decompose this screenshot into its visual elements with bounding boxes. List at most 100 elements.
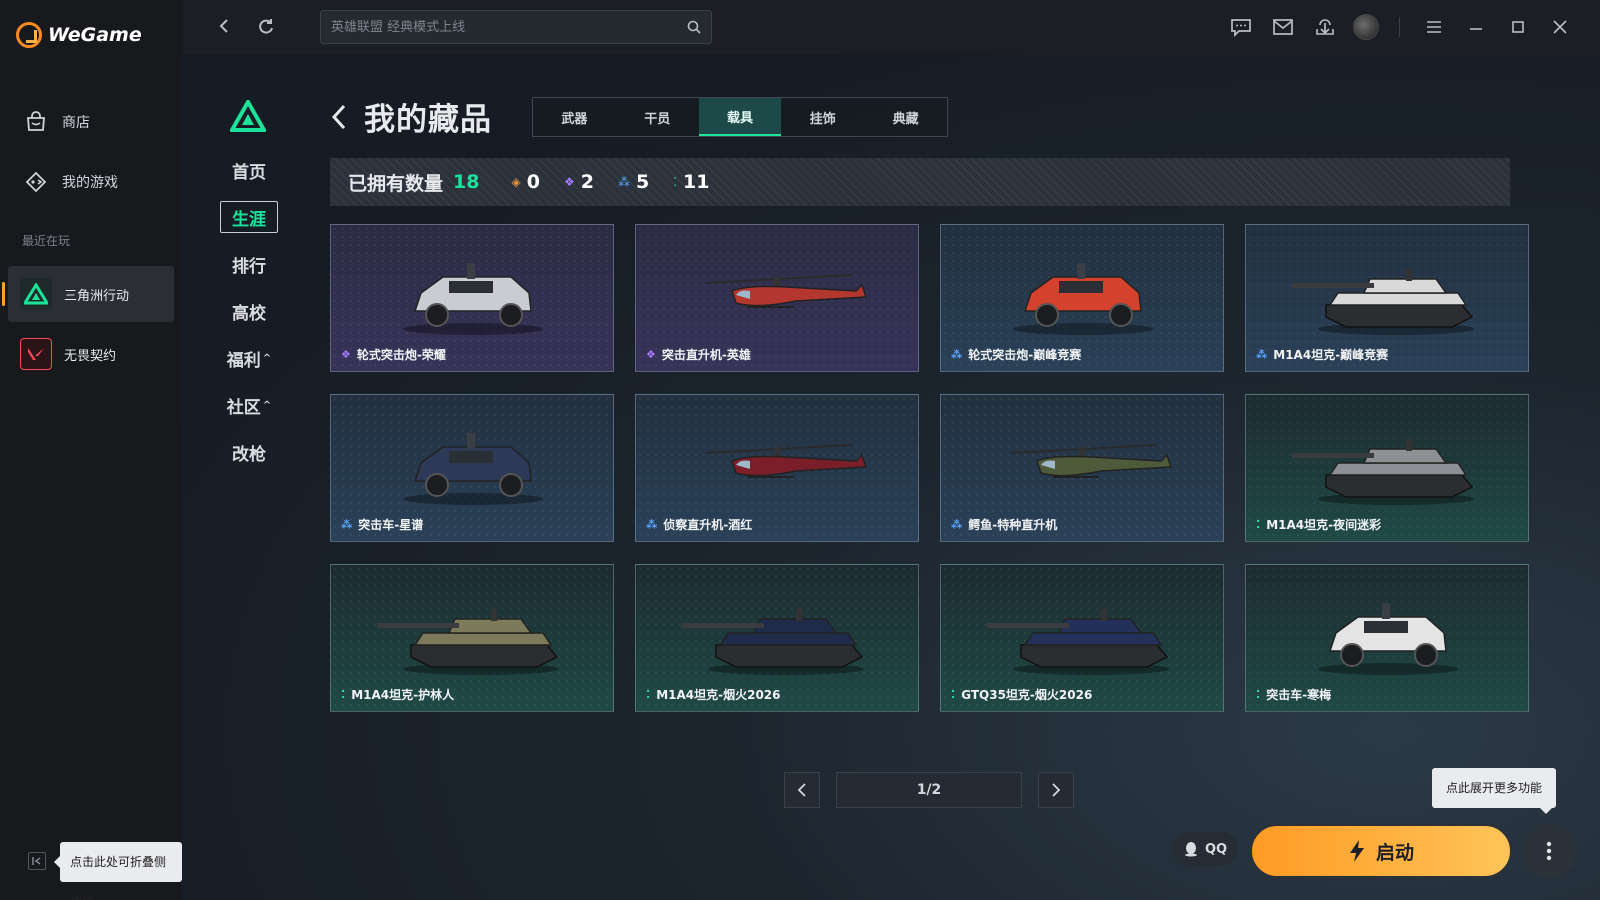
collapse-sidebar-button[interactable] (28, 852, 46, 870)
vehicle-name: GTQ35坦克-烟火2026 (961, 688, 1093, 702)
rarity-gem-icon: ⁂ (646, 518, 658, 531)
wegame-logo[interactable]: WeGame (16, 22, 142, 48)
vehicle-art (705, 444, 868, 478)
wegame-logo-text: WeGame (48, 24, 142, 46)
wegame-sidebar: WeGame 商店 我的游戏 最近在玩 三角洲行动 无畏契约 点击此处可折叠侧 (0, 0, 182, 900)
rarity-gem-icon: ⁂ (1256, 348, 1268, 361)
delta-force-icon (20, 278, 52, 310)
minimize-icon[interactable] (1462, 13, 1490, 41)
rarity-count-purple: ❖ 2 (563, 171, 594, 193)
vehicle-name: 轮式突击炮-荣耀 (356, 348, 446, 362)
chat-icon[interactable] (1227, 13, 1255, 41)
game-nav-gunsmith[interactable]: 改枪 (214, 436, 284, 468)
delta-force-logo-icon[interactable] (230, 100, 266, 132)
vehicle-art (1318, 603, 1458, 675)
back-button[interactable] (212, 14, 236, 38)
vehicle-name: 鳄鱼-特种直升机 (968, 518, 1058, 532)
chevron-left-icon (331, 104, 346, 129)
wegame-window: WeGame 商店 我的游戏 最近在玩 三角洲行动 无畏契约 点击此处可折叠侧 … (0, 0, 1600, 900)
sidebar-item-label: 我的游戏 (62, 175, 118, 191)
vehicle-card[interactable]: ⁚ 突击车-寒梅 (1245, 564, 1529, 712)
tab-weapons[interactable]: 武器 (533, 98, 616, 136)
owned-count-bar: 已拥有数量 18 ◈ 0 ❖ 2 ⁂ 5 ⁚ 11 (330, 158, 1510, 206)
vehicle-art (1013, 263, 1153, 335)
search-box[interactable] (320, 10, 712, 44)
vehicle-name: 突击直升机-英雄 (661, 348, 751, 362)
purple-gem-icon: ❖ (563, 175, 575, 189)
rarity-count-blue: ⁂ 5 (617, 171, 650, 193)
vehicle-card-label: ⁂ 突击车-星谱 (341, 516, 423, 533)
store-bag-icon (24, 110, 48, 134)
vehicle-art (705, 274, 868, 308)
vehicle-card[interactable]: ⁂ 突击车-星谱 (330, 394, 614, 542)
vehicle-card[interactable]: ⁚ M1A4坦克-护林人 (330, 564, 614, 712)
sidebar-item-store[interactable]: 商店 (0, 100, 182, 144)
game-nav-college[interactable]: 高校 (214, 295, 284, 327)
rarity-gem-icon: ⁚ (646, 688, 651, 701)
vehicle-card[interactable]: ❖ 突击直升机-英雄 (635, 224, 919, 372)
vehicle-card-label: ❖ 突击直升机-英雄 (646, 346, 751, 363)
tab-operators[interactable]: 干员 (616, 98, 699, 136)
vehicle-card[interactable]: ⁂ M1A4坦克-巅峰竞赛 (1245, 224, 1529, 372)
vehicle-card[interactable]: ⁂ 侦察直升机-酒红 (635, 394, 919, 542)
vehicle-name: M1A4坦克-夜间迷彩 (1266, 518, 1382, 532)
mail-icon[interactable] (1269, 13, 1297, 41)
game-nav-welfare[interactable]: 福利 ^ (214, 342, 284, 374)
orange-gem-icon: ◈ (511, 175, 521, 189)
vehicle-card[interactable]: ⁂ 鳄鱼-特种直升机 (940, 394, 1224, 542)
wegame-logo-icon (16, 22, 42, 48)
vehicle-card-label: ⁂ 鳄鱼-特种直升机 (951, 516, 1057, 533)
vehicle-card[interactable]: ❖ 轮式突击炮-荣耀 (330, 224, 614, 372)
vehicle-name: M1A4坦克-护林人 (351, 688, 455, 702)
window-controls (1227, 0, 1574, 54)
sidebar-game-valorant[interactable]: 无畏契约 (8, 326, 174, 382)
rarity-count-orange: ◈ 0 (511, 171, 540, 193)
game-nav-career[interactable]: 生涯 (220, 201, 278, 233)
vehicle-name: 轮式突击炮-巅峰竞赛 (968, 348, 1082, 362)
vehicle-card-label: ⁚ M1A4坦克-护林人 (341, 686, 454, 703)
chevron-right-icon (1052, 783, 1061, 797)
launch-button[interactable]: 启动 (1250, 824, 1512, 878)
download-icon[interactable] (1311, 13, 1339, 41)
vehicle-art (682, 609, 864, 675)
game-label: 无畏契约 (64, 348, 117, 364)
chevron-up-icon: ^ (262, 352, 272, 364)
lightning-icon (1349, 840, 1364, 862)
game-nav-community[interactable]: 社区 ^ (214, 389, 284, 421)
recent-section-title: 最近在玩 (22, 234, 71, 248)
maximize-icon[interactable] (1504, 13, 1532, 41)
chevron-left-icon (797, 783, 806, 797)
search-input[interactable] (331, 19, 687, 35)
rarity-gem-icon: ⁚ (341, 688, 346, 701)
rarity-gem-icon: ❖ (341, 348, 351, 361)
owned-count-label: 已拥有数量 (348, 172, 444, 195)
game-label: 三角洲行动 (64, 288, 130, 304)
user-avatar[interactable] (1353, 14, 1379, 40)
menu-icon[interactable] (1420, 13, 1448, 41)
next-page-button[interactable] (1038, 772, 1074, 808)
prev-page-button[interactable] (784, 772, 820, 808)
collapse-sidebar-tooltip: 点击此处可折叠侧边栏 (54, 842, 182, 900)
vehicle-card[interactable]: ⁂ 轮式突击炮-巅峰竞赛 (940, 224, 1224, 372)
more-options-button[interactable] (1522, 824, 1576, 878)
game-nav-ranking[interactable]: 排行 (214, 248, 284, 280)
more-functions-tooltip: 点此展开更多功能 (1432, 768, 1557, 814)
pagination: 1/2 (784, 772, 1074, 808)
close-icon[interactable] (1546, 13, 1574, 41)
sidebar-item-my-games[interactable]: 我的游戏 (0, 160, 182, 204)
vehicle-card-label: ⁂ M1A4坦克-巅峰竞赛 (1256, 346, 1388, 363)
vehicle-card-label: ⁚ 突击车-寒梅 (1256, 686, 1331, 703)
vehicle-card[interactable]: ⁚ GTQ35坦克-烟火2026 (940, 564, 1224, 712)
sidebar-game-delta-force[interactable]: 三角洲行动 (2, 266, 174, 322)
search-icon[interactable] (687, 20, 701, 34)
vehicle-card[interactable]: ⁚ M1A4坦克-烟火2026 (635, 564, 919, 712)
tab-collection[interactable]: 典藏 (864, 98, 947, 136)
vehicle-card-label: ⁂ 轮式突击炮-巅峰竞赛 (951, 346, 1081, 363)
game-nav-home[interactable]: 首页 (214, 154, 284, 186)
qq-button[interactable]: QQ (1172, 832, 1238, 866)
page-back-button[interactable] (328, 100, 350, 134)
tab-vehicles[interactable]: 载具 (698, 98, 782, 136)
tab-charms[interactable]: 挂饰 (781, 98, 864, 136)
refresh-button[interactable] (254, 14, 278, 38)
vehicle-card[interactable]: ⁚ M1A4坦克-夜间迷彩 (1245, 394, 1529, 542)
